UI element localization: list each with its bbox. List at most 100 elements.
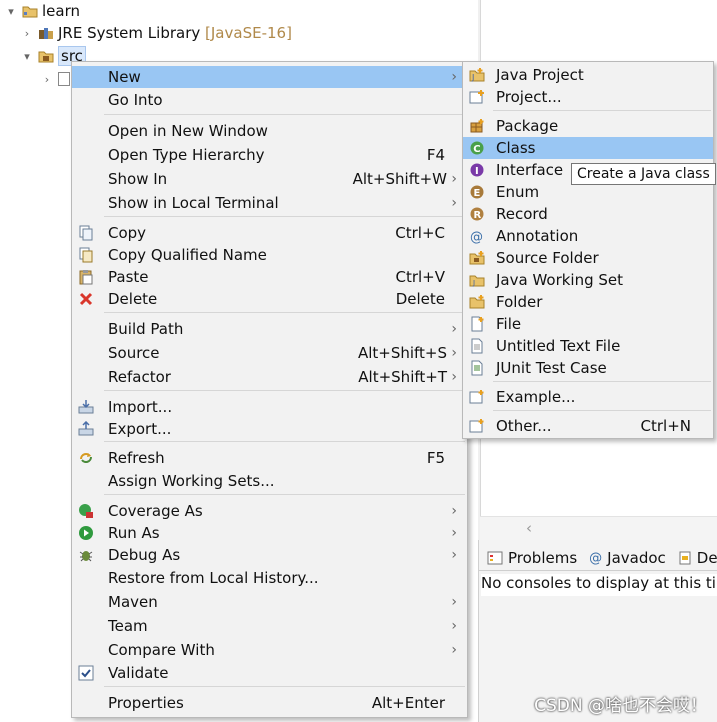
tree-row-child[interactable]: › [40,68,74,90]
tab-javadoc[interactable]: @ Javadoc [585,549,670,567]
submenu-item-shortcut: Ctrl+N [640,417,691,435]
chevron-down-icon[interactable]: ▾ [4,5,18,18]
menu-item-show-in-local-terminal[interactable]: Show in Local Terminal › [72,192,467,214]
menu-item-label: Run As [108,524,160,542]
tree-row-jre[interactable]: › JRE System Library [JavaSE-16] [20,22,292,44]
submenu-item-class[interactable]: C Class [463,137,713,159]
menu-item-refresh[interactable]: Refresh F5 [72,447,467,469]
menu-item-properties[interactable]: Properties Alt+Enter [72,692,467,714]
menu-item-label: Delete [108,290,158,308]
chevron-down-icon[interactable]: ▾ [20,50,34,63]
chevron-right-icon: › [451,171,457,187]
submenu-item-java-project[interactable]: J Java Project [463,64,713,86]
menu-item-label: Assign Working Sets... [108,472,275,490]
menu-item-validate[interactable]: Validate [72,662,467,684]
menu-item-shortcut: Delete [395,290,445,308]
java-project-icon: J [469,67,485,83]
menu-item-debug-as[interactable]: Debug As › [72,544,467,566]
menu-separator [104,216,465,217]
menu-item-label: Show In [108,170,168,188]
menu-item-source[interactable]: Source Alt+Shift+S › [72,342,467,364]
tab-declaration-label: Dec [696,549,717,567]
tab-javadoc-label: Javadoc [607,549,666,567]
submenu-item-example[interactable]: Example... [463,386,713,408]
submenu-item-other[interactable]: Other... Ctrl+N [463,415,713,437]
menu-item-assign-working-sets[interactable]: Assign Working Sets... [72,470,467,492]
run-icon [78,525,94,541]
menu-item-team[interactable]: Team › [72,615,467,637]
menu-item-paste[interactable]: Paste Ctrl+V [72,266,467,288]
submenu-item-label: Class [496,139,536,157]
menu-item-label: Source [108,344,160,362]
menu-separator [104,390,465,391]
menu-item-shortcut: Ctrl+C [395,224,445,242]
menu-item-run-as[interactable]: Run As › [72,522,467,544]
menu-item-compare-with[interactable]: Compare With › [72,639,467,661]
menu-item-open-type-hierarchy[interactable]: Open Type Hierarchy F4 [72,144,467,166]
svg-text:J: J [471,73,474,82]
chevron-right-icon[interactable]: › [40,73,54,86]
submenu-item-folder[interactable]: Folder [463,291,713,313]
submenu-item-project[interactable]: Project... [463,86,713,108]
tab-declaration[interactable]: Dec [674,549,717,567]
submenu-item-label: Java Working Set [496,271,624,289]
submenu-item-label: Enum [496,183,540,201]
menu-item-coverage-as[interactable]: Coverage As › [72,500,467,522]
export-icon [78,421,94,437]
menu-item-maven[interactable]: Maven › [72,591,467,613]
chevron-right-icon: › [451,195,457,211]
menu-item-shortcut: Alt+Shift+S [357,344,447,362]
menu-item-build-path[interactable]: Build Path › [72,318,467,340]
menu-item-open-in-new-window[interactable]: Open in New Window [72,120,467,142]
menu-item-label: Copy [108,224,147,242]
menu-item-label: Paste [108,268,149,286]
submenu-item-label: Untitled Text File [496,337,621,355]
menu-separator [104,312,465,313]
submenu-item-file[interactable]: File [463,313,713,335]
submenu-item-annotation[interactable]: @ Annotation [463,225,713,247]
debug-icon [78,547,94,563]
menu-item-shortcut: F5 [426,449,445,467]
menu-item-copy[interactable]: Copy Ctrl+C [72,222,467,244]
junit-icon [469,360,485,376]
menu-item-show-in[interactable]: Show In Alt+Shift+W › [72,168,467,190]
scroll-left-arrow-icon[interactable]: ‹ [526,519,532,537]
tab-problems[interactable]: Problems [483,549,581,567]
new-submenu: J Java Project Project... Package C Class I Int… [462,61,714,439]
submenu-item-package[interactable]: Package [463,115,713,137]
menu-item-shortcut: Alt+Enter [371,694,445,712]
enum-icon: E [469,184,485,200]
menu-item-go-into[interactable]: Go Into [72,89,467,111]
class-icon: C [469,140,485,156]
chevron-right-icon: › [451,321,457,337]
menu-item-export[interactable]: Export... [72,418,467,440]
menu-separator [493,110,711,111]
submenu-item-junit-test-case[interactable]: JUnit Test Case [463,357,713,379]
horizontal-scrollbar[interactable]: ‹ [480,516,717,541]
submenu-item-label: Interface [496,161,564,179]
menu-item-refactor[interactable]: Refactor Alt+Shift+T › [72,366,467,388]
submenu-item-untitled-text-file[interactable]: Untitled Text File [463,335,713,357]
menu-item-restore-from-local-history[interactable]: Restore from Local History... [72,567,467,589]
coverage-icon [78,503,94,519]
menu-item-delete[interactable]: Delete Delete [72,288,467,310]
submenu-item-source-folder[interactable]: Source Folder [463,247,713,269]
chevron-right-icon: › [451,547,457,563]
interface-icon: I [469,162,485,178]
copy-icon [78,225,94,241]
submenu-item-java-working-set[interactable]: J Java Working Set [463,269,713,291]
menu-item-import[interactable]: Import... [72,396,467,418]
menu-separator [104,114,465,115]
chevron-right-icon: › [451,369,457,385]
chevron-right-icon: › [451,69,457,85]
example-icon [469,389,485,405]
menu-item-label: Export... [108,420,172,438]
menu-item-new[interactable]: New › [72,66,467,88]
declaration-icon [679,551,691,565]
tree-jre-label: JRE System Library [58,24,201,42]
tree-row-project[interactable]: ▾ learn [4,0,80,22]
chevron-right-icon: › [451,525,457,541]
submenu-item-record[interactable]: R Record [463,203,713,225]
chevron-right-icon[interactable]: › [20,27,34,40]
menu-item-copy-qualified-name[interactable]: Copy Qualified Name [72,244,467,266]
